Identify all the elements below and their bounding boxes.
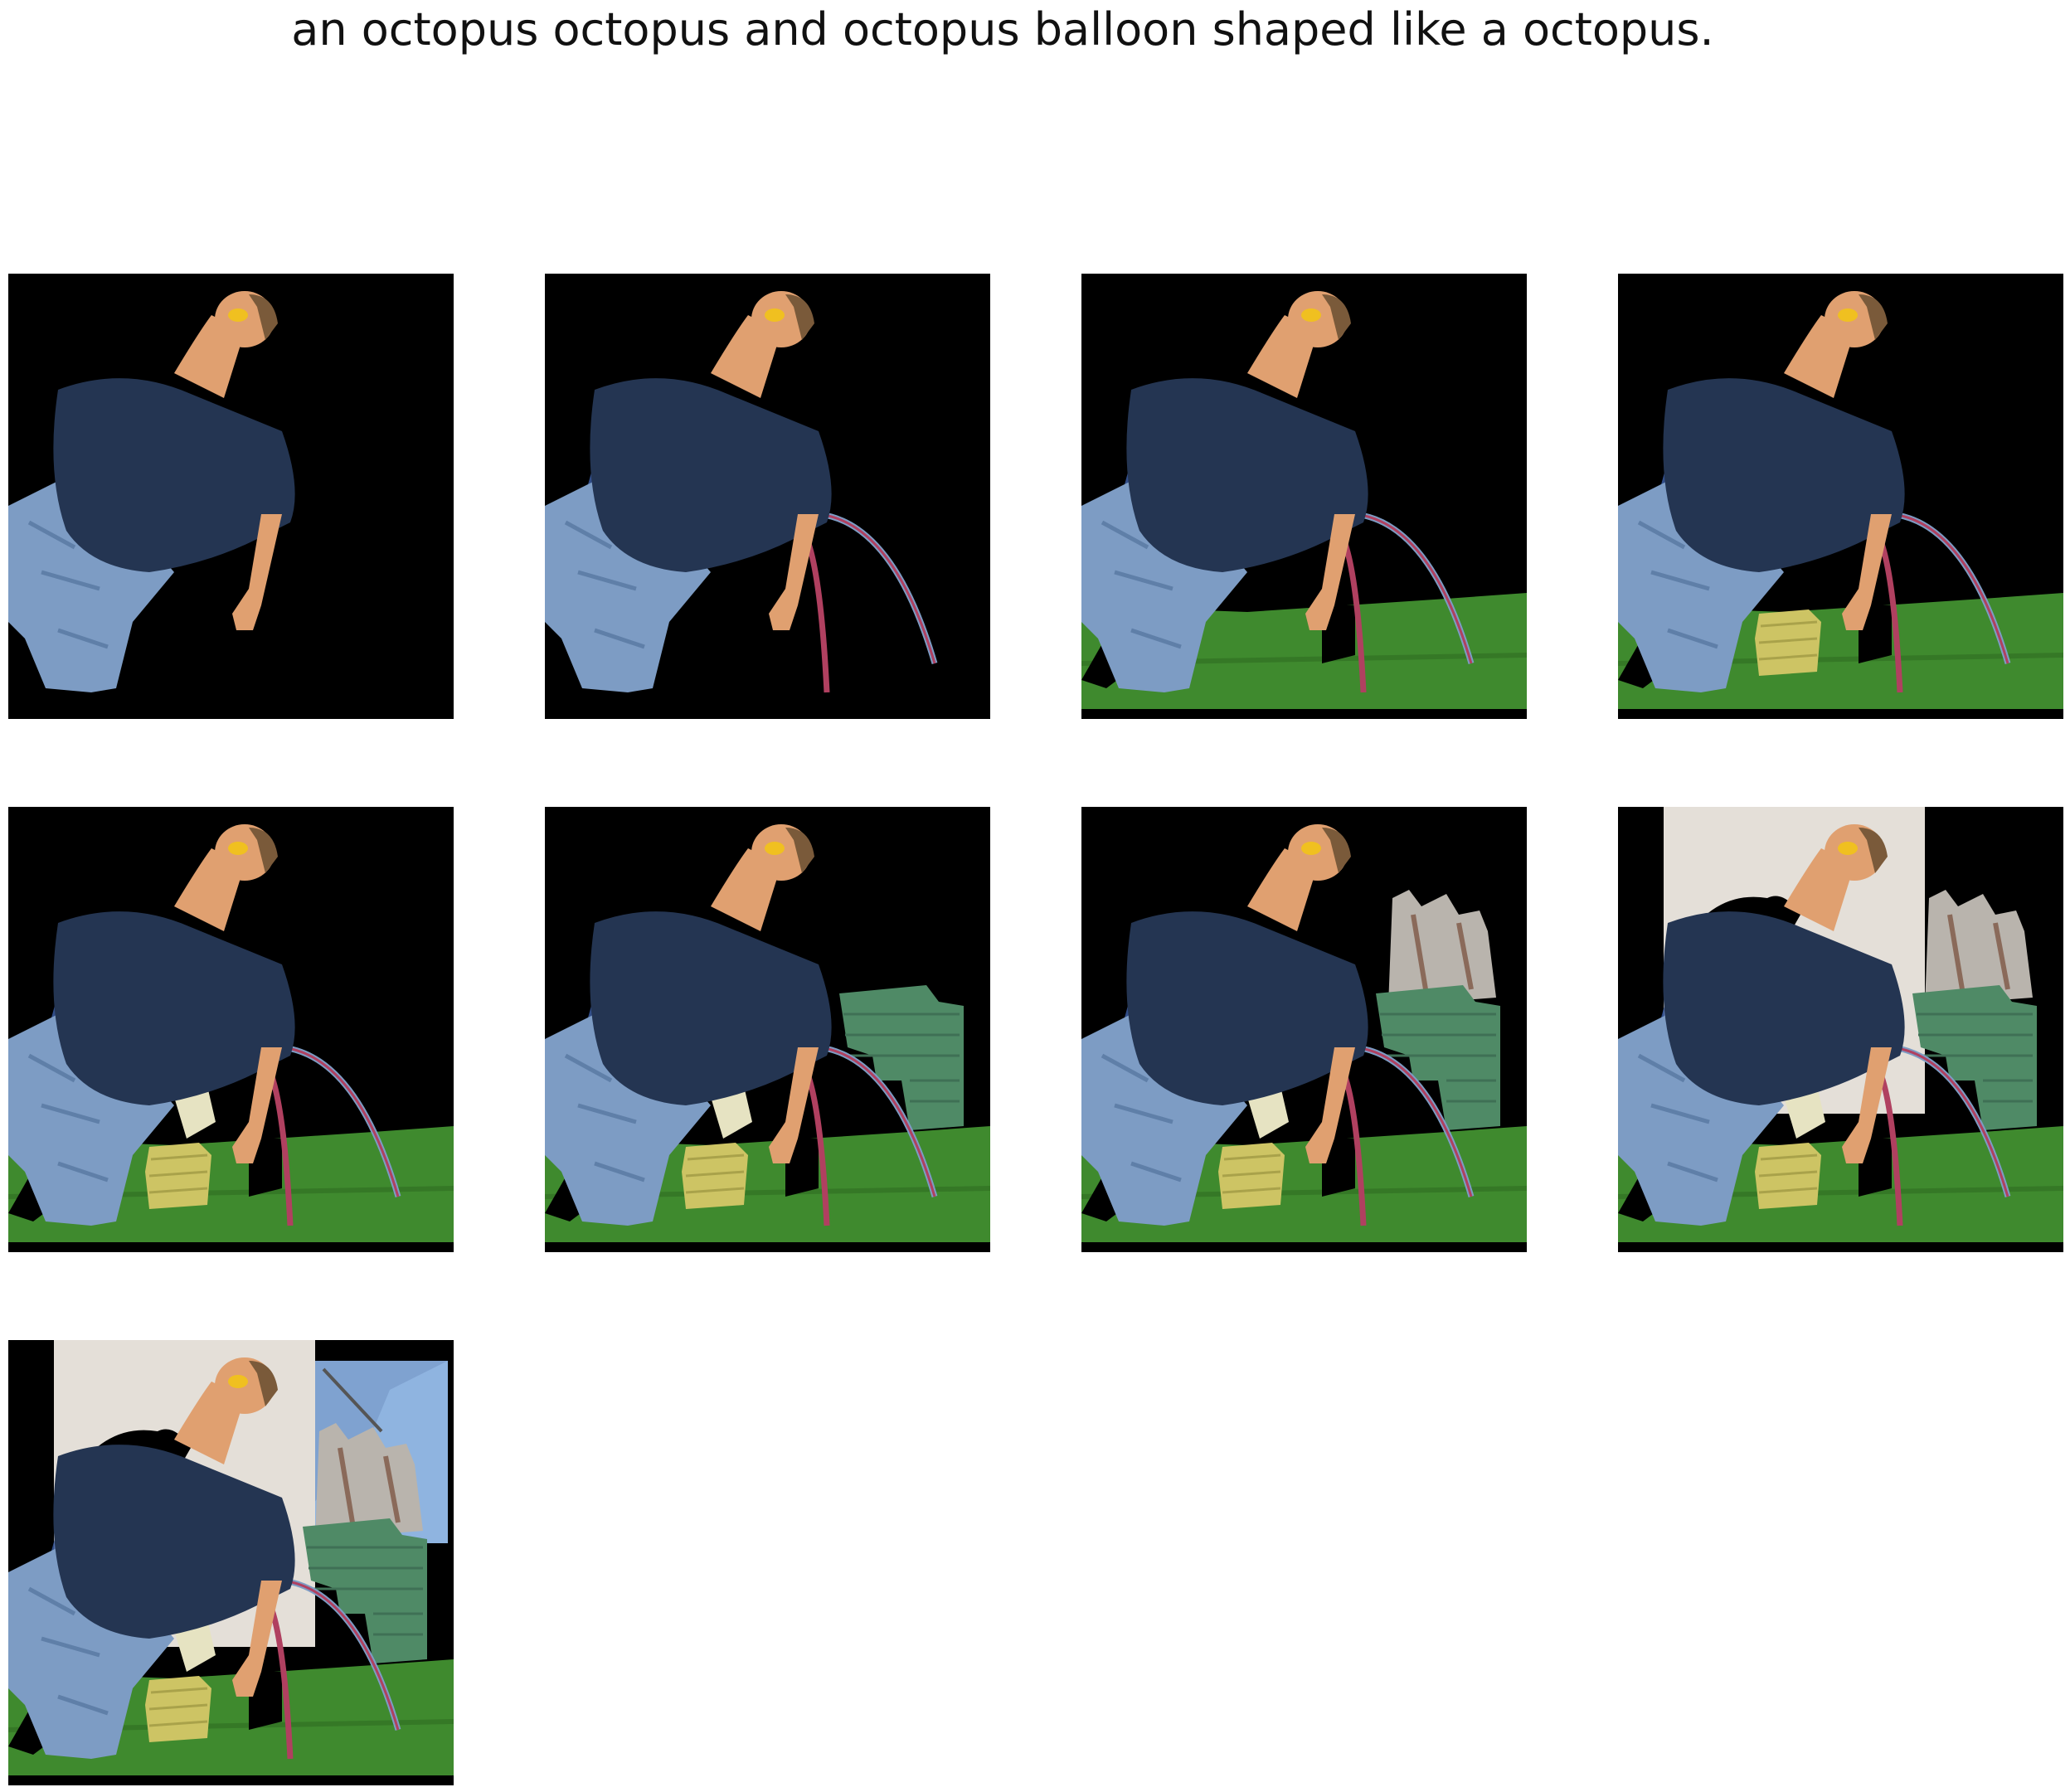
yellow-box-layer [145,1143,211,1209]
panel-step-7 [1081,807,1527,1252]
panel-step-8 [1618,807,2063,1252]
panel-image [8,807,454,1252]
figure-title: an octopus octopus and octopus balloon s… [291,3,1714,56]
panel-image [545,274,990,719]
panel-step-3 [1081,274,1527,719]
panel-step-9 [8,1340,454,1785]
yellow-box-layer [682,1143,748,1209]
yellow-box-layer [1755,609,1821,676]
panel-image [8,1340,454,1785]
panel-step-6 [545,807,990,1252]
panel-image [1081,274,1527,719]
panel-image [1081,807,1527,1252]
panel-step-1 [8,274,454,719]
panel-step-4 [1618,274,2063,719]
yellow-box-layer [145,1676,211,1742]
yellow-box-layer [1755,1143,1821,1209]
panel-image [8,274,454,719]
panel-step-2 [545,274,990,719]
panel-image [1618,807,2063,1252]
panel-step-5 [8,807,454,1252]
panel-image [1618,274,2063,719]
panel-image [545,807,990,1252]
yellow-box-layer [1218,1143,1285,1209]
